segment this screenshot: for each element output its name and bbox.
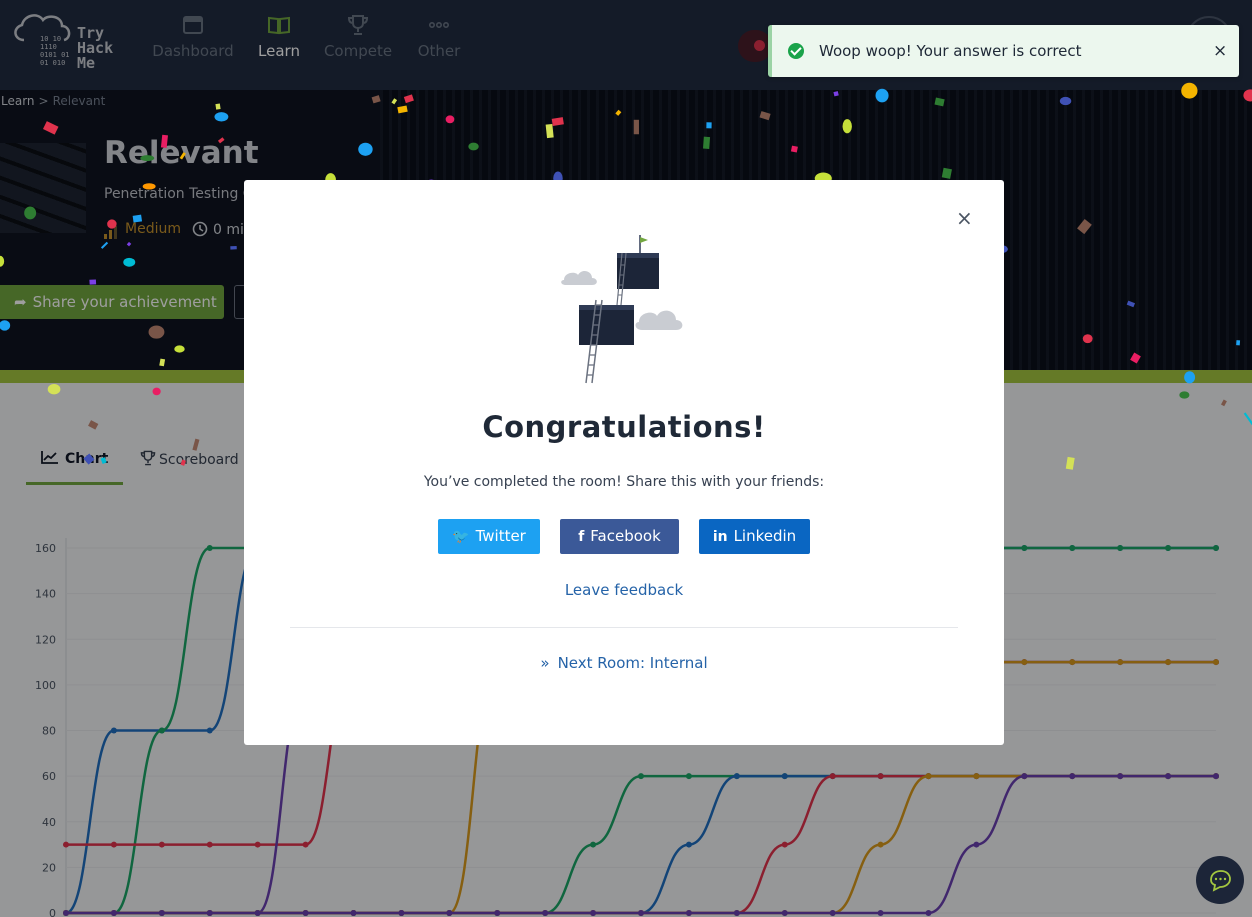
- share-linkedin-button[interactable]: in Linkedin: [699, 519, 810, 554]
- linkedin-label: Linkedin: [733, 527, 797, 545]
- success-toast: Woop woop! Your answer is correct ×: [768, 25, 1239, 77]
- support-chat-button[interactable]: [1196, 856, 1244, 904]
- towers-illustration: [561, 235, 683, 384]
- double-chevron-right-icon: »: [540, 654, 550, 672]
- completion-modal: × Congratulations! You’ve completed the …: [244, 180, 1004, 745]
- check-circle-icon: [788, 43, 804, 59]
- leave-feedback-link[interactable]: Leave feedback: [244, 581, 1004, 599]
- completion-message: You’ve completed the room! Share this wi…: [423, 474, 825, 490]
- toast-close-icon[interactable]: ×: [1213, 41, 1227, 61]
- facebook-label: Facebook: [590, 527, 661, 545]
- linkedin-in-icon: in: [712, 529, 728, 545]
- twitter-bird-icon: 🐦: [452, 529, 470, 545]
- share-twitter-button[interactable]: 🐦 Twitter: [438, 519, 540, 554]
- modal-divider: [290, 627, 958, 628]
- congrats-title: Congratulations!: [482, 410, 766, 444]
- facebook-f-icon: f: [578, 529, 585, 545]
- modal-close-icon[interactable]: ×: [956, 206, 973, 230]
- chat-bubble-icon: [1210, 870, 1231, 892]
- next-room-label: Next Room: Internal: [557, 654, 708, 672]
- share-facebook-button[interactable]: f Facebook: [560, 519, 679, 554]
- twitter-label: Twitter: [475, 527, 526, 545]
- next-room-link[interactable]: » Next Room: Internal: [244, 654, 1004, 672]
- toast-message: Woop woop! Your answer is correct: [819, 42, 1082, 60]
